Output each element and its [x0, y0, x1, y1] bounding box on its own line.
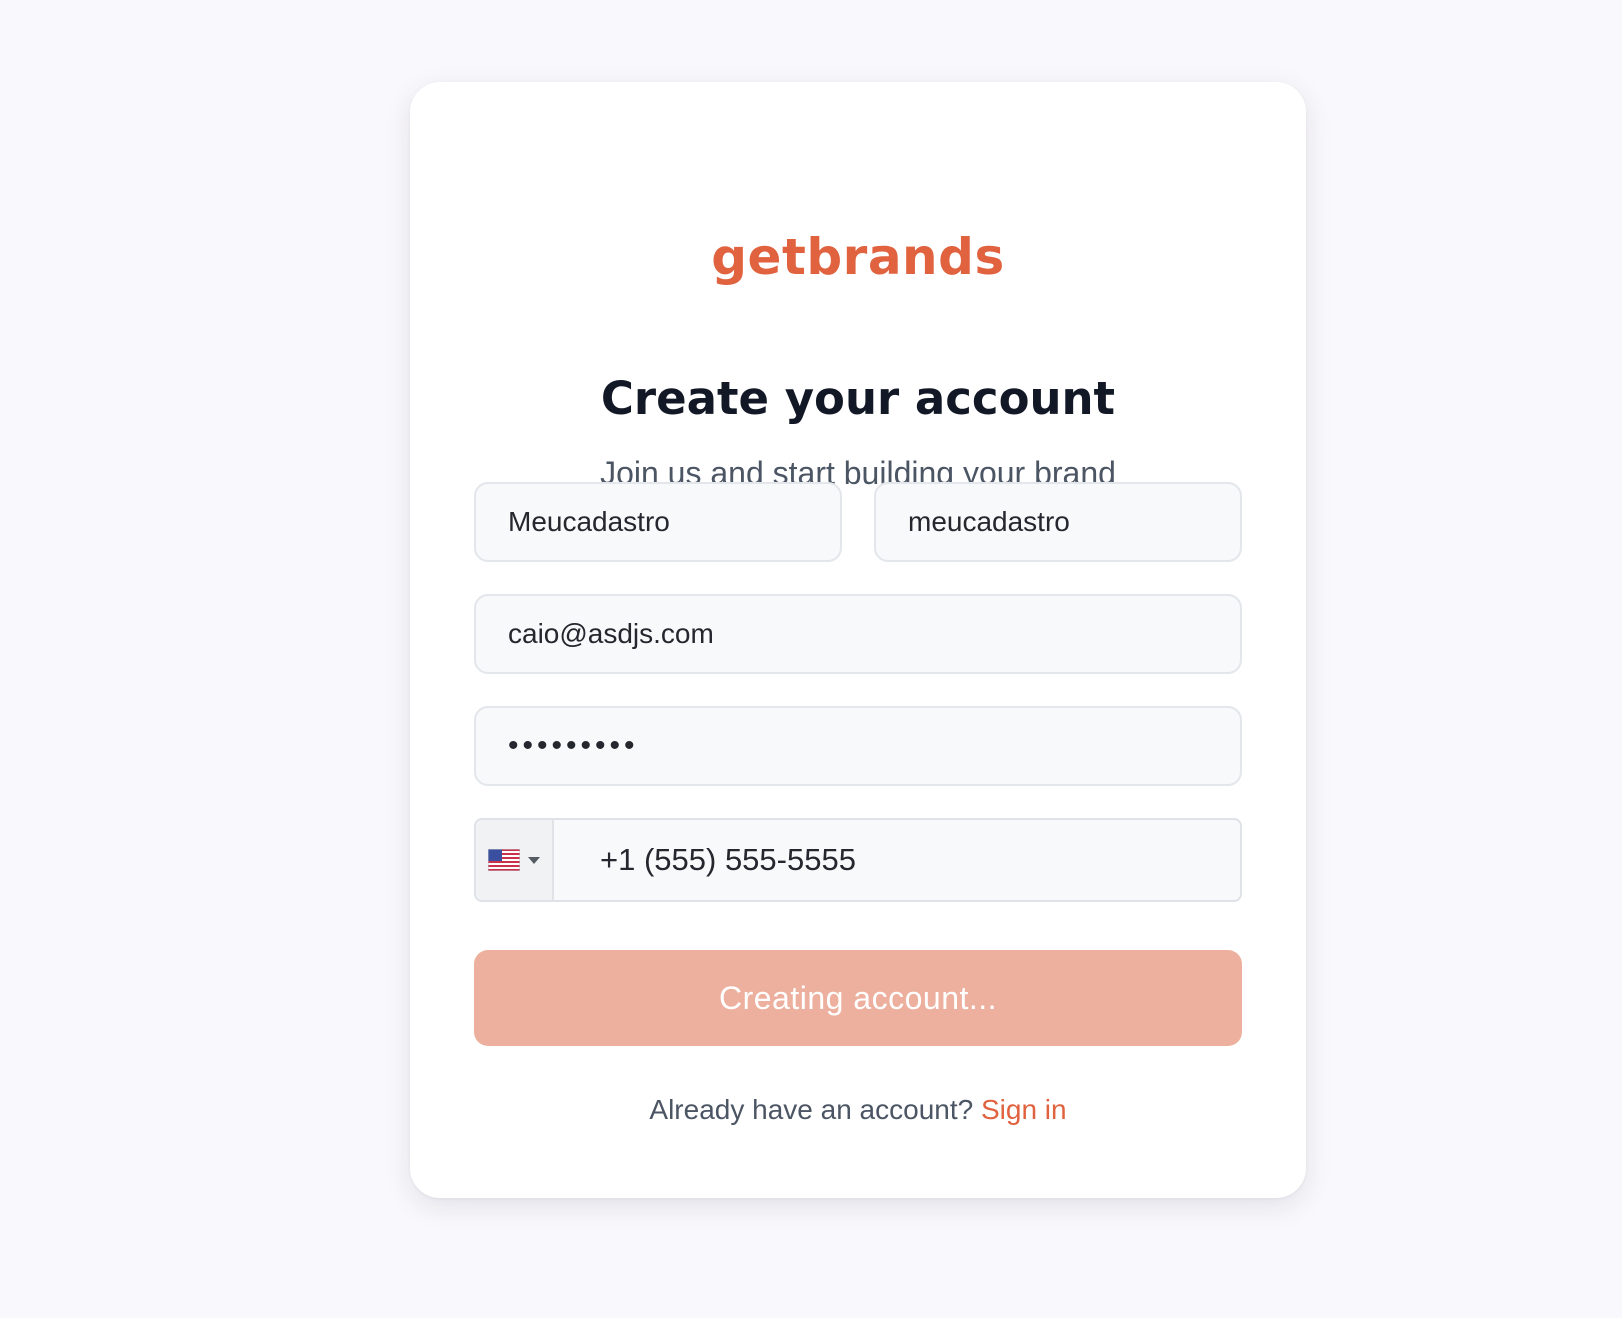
password-value: •••••••••: [508, 729, 639, 762]
create-account-button[interactable]: Creating account...: [474, 950, 1242, 1046]
signin-prompt-text: Already have an account?: [649, 1094, 974, 1125]
phone-value: +1 (555) 555-5555: [600, 842, 856, 877]
page-title: Create your account: [600, 372, 1116, 425]
signin-prompt: Already have an account? Sign in: [410, 1094, 1306, 1126]
country-select[interactable]: [476, 820, 554, 900]
first-name-value: Meucadastro: [508, 506, 670, 537]
phone-input[interactable]: +1 (555) 555-5555: [554, 820, 1240, 900]
phone-field: +1 (555) 555-5555: [474, 818, 1242, 902]
email-field[interactable]: caio@asdjs.com: [474, 594, 1242, 674]
signup-card: getbrands Create your account Join us an…: [410, 82, 1306, 1198]
brand-logo: getbrands: [711, 228, 1005, 286]
us-flag-icon: [488, 849, 520, 871]
last-name-value: meucadastro: [908, 506, 1070, 537]
password-field[interactable]: •••••••••: [474, 706, 1242, 786]
chevron-down-icon: [528, 856, 540, 864]
sign-in-link[interactable]: Sign in: [981, 1094, 1067, 1125]
email-value: caio@asdjs.com: [508, 618, 714, 649]
first-name-field[interactable]: Meucadastro: [474, 482, 842, 562]
last-name-field[interactable]: meucadastro: [874, 482, 1242, 562]
